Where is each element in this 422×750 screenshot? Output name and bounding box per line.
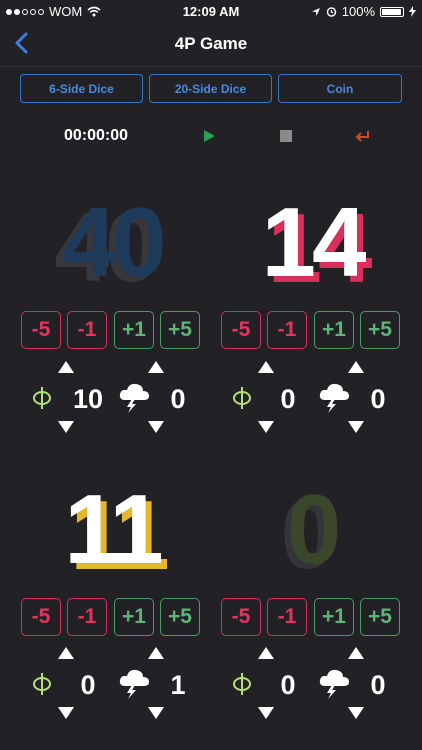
- player-4-minus-5-button[interactable]: -5: [221, 598, 261, 636]
- player-3-minus-5-button[interactable]: -5: [21, 598, 61, 636]
- twenty-side-dice-button[interactable]: 20-Side Dice: [149, 74, 272, 103]
- player-1-counter-a-up-icon[interactable]: [58, 361, 74, 373]
- player-2-counter-b-down-icon[interactable]: [348, 421, 364, 433]
- location-icon: [311, 7, 320, 16]
- player-3-counter-b-down-icon[interactable]: [148, 707, 164, 719]
- player-2-life[interactable]: 14: [222, 193, 402, 291]
- storm-icon: [319, 669, 349, 699]
- player-1-minus-5-button[interactable]: -5: [21, 311, 61, 349]
- player-2-plus-1-button[interactable]: +1: [314, 311, 354, 349]
- player-3-minus-1-button[interactable]: -1: [67, 598, 107, 636]
- player-3-plus-5-button[interactable]: +5: [160, 598, 200, 636]
- phi-icon: [233, 387, 251, 409]
- player-2-minus-1-button[interactable]: -1: [267, 311, 307, 349]
- storm-icon: [319, 383, 349, 413]
- phi-icon: [33, 387, 51, 409]
- player-4-counter-b-up-icon[interactable]: [348, 647, 364, 659]
- player-3-counter-a-down-icon[interactable]: [58, 707, 74, 719]
- alarm-icon: [326, 7, 336, 17]
- player-2-counter-b-value: 0: [370, 384, 386, 414]
- phi-icon: [233, 673, 251, 695]
- undo-icon[interactable]: [352, 126, 372, 146]
- player-4-plus-1-button[interactable]: +1: [314, 598, 354, 636]
- player-4-plus-5-button[interactable]: +5: [360, 598, 400, 636]
- player-1-life[interactable]: 40: [22, 193, 202, 291]
- player-4-minus-1-button[interactable]: -1: [267, 598, 307, 636]
- player-4-counter-b-value: 0: [370, 670, 386, 700]
- player-1-counter-a-value: 10: [72, 384, 104, 414]
- player-4-life[interactable]: 0: [222, 480, 402, 578]
- player-1-counter-b-down-icon[interactable]: [148, 421, 164, 433]
- timer-row: 00:00:00: [0, 122, 422, 150]
- player-1-minus-1-button[interactable]: -1: [67, 311, 107, 349]
- player-3-counter-b-up-icon[interactable]: [148, 647, 164, 659]
- player-1-counter-b-value: 0: [170, 384, 186, 414]
- player-1-plus-5-button[interactable]: +5: [160, 311, 200, 349]
- storm-icon: [119, 669, 149, 699]
- phi-icon: [33, 673, 51, 695]
- status-right: 100%: [311, 4, 416, 19]
- status-bar: WOM 12:09 AM 100%: [0, 0, 422, 22]
- player-3-counter-a-value: 0: [80, 670, 96, 700]
- coin-button[interactable]: Coin: [278, 74, 402, 103]
- storm-icon: [119, 383, 149, 413]
- player-3-counter-a-up-icon[interactable]: [58, 647, 74, 659]
- player-4-counter-a-value: 0: [280, 670, 296, 700]
- player-2-counter-a-value: 0: [280, 384, 296, 414]
- player-4-counter-a-up-icon[interactable]: [258, 647, 274, 659]
- page-title: 4P Game: [174, 34, 248, 53]
- player-1-counter-b-up-icon[interactable]: [148, 361, 164, 373]
- nav-bar: 4P Game: [0, 22, 422, 67]
- battery-icon: [380, 6, 404, 17]
- player-1-counter-a-down-icon[interactable]: [58, 421, 74, 433]
- player-4-counter-a-down-icon[interactable]: [258, 707, 274, 719]
- player-3-life[interactable]: 11: [22, 480, 202, 578]
- six-side-dice-button[interactable]: 6-Side Dice: [20, 74, 143, 103]
- timer-display: 00:00:00: [64, 127, 129, 144]
- player-1-plus-1-button[interactable]: +1: [114, 311, 154, 349]
- battery-label: 100%: [341, 4, 375, 19]
- player-2-counter-a-down-icon[interactable]: [258, 421, 274, 433]
- player-2-plus-5-button[interactable]: +5: [360, 311, 400, 349]
- charging-icon: [409, 6, 416, 17]
- player-4-counter-b-down-icon[interactable]: [348, 707, 364, 719]
- player-3-plus-1-button[interactable]: +1: [114, 598, 154, 636]
- player-2-counter-a-up-icon[interactable]: [258, 361, 274, 373]
- play-icon[interactable]: [199, 126, 219, 146]
- player-3-counter-b-value: 1: [170, 670, 186, 700]
- player-2-counter-b-up-icon[interactable]: [348, 361, 364, 373]
- player-2-minus-5-button[interactable]: -5: [221, 311, 261, 349]
- stop-icon[interactable]: [276, 126, 296, 146]
